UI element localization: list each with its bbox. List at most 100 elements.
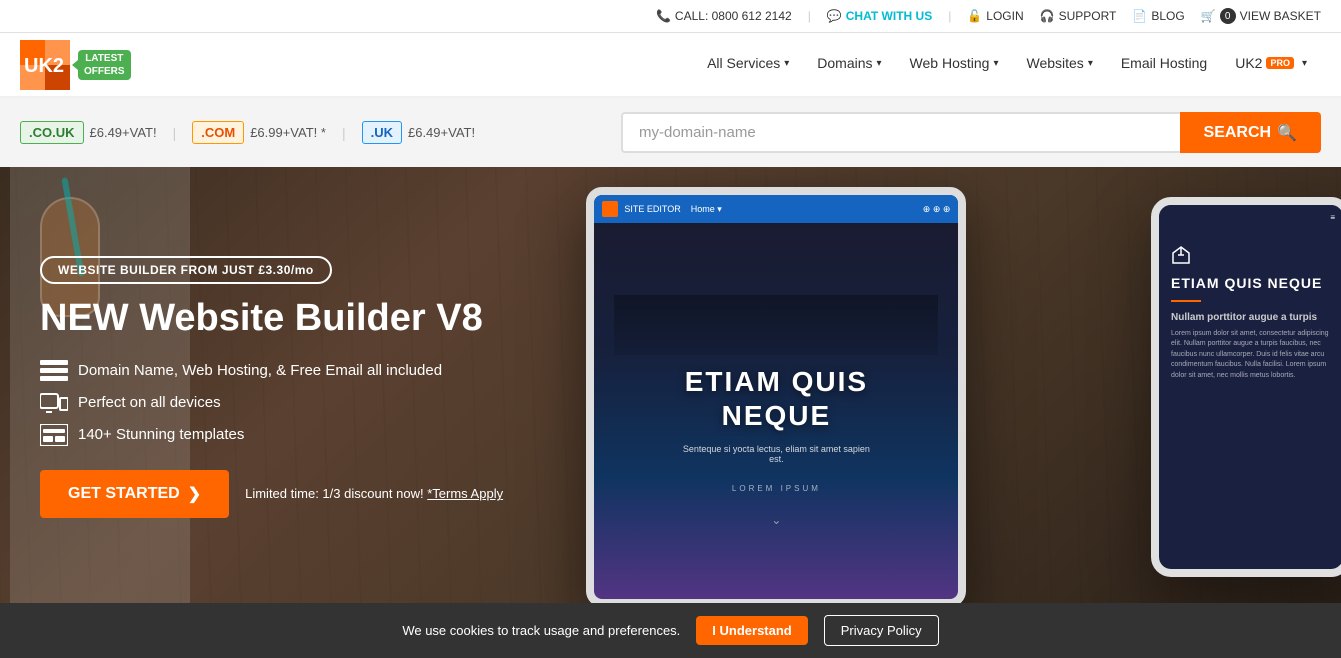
chat-icon: 💬 (827, 9, 842, 23)
hero-feature-1: Domain Name, Web Hosting, & Free Email a… (40, 360, 503, 382)
phone-body-text: Lorem ipsum dolor sit amet, consectetur … (1171, 329, 1331, 382)
cookie-understand-button[interactable]: I Understand (696, 616, 807, 645)
hero-title: NEW Website Builder V8 (40, 298, 503, 340)
chevron-down-icon: ▾ (877, 58, 882, 69)
hero-feature-1-text: Domain Name, Web Hosting, & Free Email a… (78, 362, 442, 379)
nav-uk2-pro[interactable]: UK2 PRO ▾ (1221, 32, 1321, 97)
couk-price: £6.49+VAT! (90, 125, 157, 140)
chevron-down-icon: ▾ (1302, 58, 1307, 69)
chat-label: CHAT WITH US (846, 9, 932, 23)
tablet-lorem: LOREM IPSUM (732, 484, 821, 493)
domain-search-input[interactable] (621, 112, 1180, 153)
main-nav: UK2 LATEST OFFERS All Services ▾ Domains… (0, 33, 1341, 98)
logo-link[interactable]: UK2 LATEST OFFERS (20, 40, 131, 90)
phone-screen: ≡ ETIAM QUIS NEQUE Nullam porttitor augu… (1159, 205, 1341, 569)
nav-email-hosting[interactable]: Email Hosting (1107, 32, 1221, 97)
phone-hero-text: ETIAM QUIS NEQUE (1171, 275, 1331, 292)
com-price: £6.99+VAT! * (250, 125, 326, 140)
cookie-privacy-button[interactable]: Privacy Policy (824, 615, 939, 646)
blog-icon: 📄 (1132, 9, 1147, 23)
support-link[interactable]: 🎧 SUPPORT (1040, 9, 1117, 23)
latest-offers-line1: LATEST (84, 52, 125, 65)
hero-feature-2-text: Perfect on all devices (78, 394, 221, 411)
hero-feature-2: Perfect on all devices (40, 392, 503, 414)
domain-divider2: | (342, 125, 346, 141)
uk-price: £6.49+VAT! (408, 125, 475, 140)
top-bar: 📞 CALL: 0800 612 2142 | 💬 CHAT WITH US |… (0, 0, 1341, 33)
phone-label: CALL: 0800 612 2142 (675, 9, 792, 23)
hero-feature-3-text: 140+ Stunning templates (78, 426, 244, 443)
nav-links: All Services ▾ Domains ▾ Web Hosting ▾ W… (693, 32, 1321, 97)
chevron-down-icon: ▾ (993, 58, 998, 69)
hero-section: WEBSITE BUILDER FROM JUST £3.30/mo NEW W… (0, 167, 1341, 607)
divider2: | (948, 9, 951, 23)
nav-websites[interactable]: Websites ▾ (1012, 32, 1106, 97)
get-started-button[interactable]: GET STARTED ❯ (40, 470, 229, 518)
cta-button-label: GET STARTED (68, 485, 180, 503)
phone-logo (1171, 245, 1191, 265)
divider1: | (808, 9, 811, 23)
tablet-sub-text: Senteque si yocta lectus, eliam sit amet… (676, 444, 876, 464)
blog-label: BLOG (1151, 9, 1184, 23)
search-button-label: SEARCH (1204, 124, 1272, 142)
tablet-topbar: SITE EDITOR Home ▾ ⊕ ⊕ ⊕ (594, 195, 958, 223)
phone-mockup: ≡ ETIAM QUIS NEQUE Nullam porttitor augu… (1151, 197, 1341, 577)
basket-link[interactable]: 🛒 0 VIEW BASKET (1201, 8, 1321, 24)
arrow-right-icon: ❯ (188, 484, 201, 504)
phone-content: ETIAM QUIS NEQUE Nullam porttitor augue … (1159, 229, 1341, 569)
hero-cta-row: GET STARTED ❯ Limited time: 1/3 discount… (40, 470, 503, 518)
promo-pill: WEBSITE BUILDER FROM JUST £3.30/mo (40, 256, 332, 284)
pro-badge: PRO (1266, 57, 1294, 69)
login-label: LOGIN (986, 9, 1023, 23)
terms-link[interactable]: *Terms Apply (427, 486, 503, 501)
phone-subheading: Nullam porttitor augue a turpis (1171, 312, 1331, 323)
tablet-content: ETIAM QUISNEQUE Senteque si yocta lectus… (594, 223, 958, 599)
chevron-down-icon: ▾ (1088, 58, 1093, 69)
chat-link[interactable]: 💬 CHAT WITH US (827, 9, 932, 23)
chevron-down-icon: ▾ (784, 58, 789, 69)
support-icon: 🎧 (1040, 9, 1055, 23)
latest-offers-line2: OFFERS (84, 65, 125, 78)
com-badge: .COM £6.99+VAT! * (192, 121, 326, 144)
cookie-bar: We use cookies to track usage and prefer… (0, 603, 1341, 658)
cta-disclaimer: Limited time: 1/3 discount now! *Terms A… (245, 486, 503, 501)
phone-topbar: ≡ (1159, 205, 1341, 229)
domain-bar: .CO.UK £6.49+VAT! | .COM £6.99+VAT! * | … (0, 98, 1341, 167)
search-icon: 🔍 (1277, 123, 1297, 143)
svg-text:UK2: UK2 (24, 55, 64, 77)
com-tld-tag: .COM (192, 121, 244, 144)
cookie-bar-text: We use cookies to track usage and prefer… (402, 623, 680, 638)
couk-tld-tag: .CO.UK (20, 121, 84, 144)
uk-badge: .UK £6.49+VAT! (362, 121, 475, 144)
hero-devices: SITE EDITOR Home ▾ ⊕ ⊕ ⊕ ETIAM QUISNEQUE… (536, 167, 1341, 607)
layers-icon (40, 360, 68, 382)
couk-badge: .CO.UK £6.49+VAT! (20, 121, 157, 144)
login-link[interactable]: 🔓 LOGIN (967, 9, 1023, 23)
uk-tld-tag: .UK (362, 121, 402, 144)
phone-divider (1171, 300, 1201, 302)
hero-feature-3: 140+ Stunning templates (40, 424, 503, 446)
phone-icon: 📞 (656, 9, 671, 23)
phone-link[interactable]: 📞 CALL: 0800 612 2142 (656, 9, 792, 23)
latest-offers-badge: LATEST OFFERS (78, 50, 131, 80)
nav-all-services[interactable]: All Services ▾ (693, 32, 803, 97)
basket-label: VIEW BASKET (1240, 9, 1321, 23)
tablet-logo (602, 201, 618, 217)
tablet-screen: SITE EDITOR Home ▾ ⊕ ⊕ ⊕ ETIAM QUISNEQUE… (594, 195, 958, 599)
tablet-mockup: SITE EDITOR Home ▾ ⊕ ⊕ ⊕ ETIAM QUISNEQUE… (586, 187, 966, 607)
hero-content: WEBSITE BUILDER FROM JUST £3.30/mo NEW W… (0, 216, 543, 558)
login-icon: 🔓 (967, 9, 982, 23)
nav-web-hosting[interactable]: Web Hosting ▾ (896, 32, 1013, 97)
blog-link[interactable]: 📄 BLOG (1132, 9, 1184, 23)
domain-divider1: | (173, 125, 177, 141)
tablet-hero-text: ETIAM QUISNEQUE (685, 365, 868, 432)
devices-icon (40, 392, 68, 414)
search-button[interactable]: SEARCH 🔍 (1180, 112, 1321, 153)
nav-domains[interactable]: Domains ▾ (803, 32, 895, 97)
basket-count: 0 (1220, 8, 1236, 24)
hero-features-list: Domain Name, Web Hosting, & Free Email a… (40, 360, 503, 446)
templates-icon (40, 424, 68, 446)
support-label: SUPPORT (1059, 9, 1117, 23)
domain-search-container: SEARCH 🔍 (621, 112, 1321, 153)
basket-icon: 🛒 (1201, 9, 1216, 23)
